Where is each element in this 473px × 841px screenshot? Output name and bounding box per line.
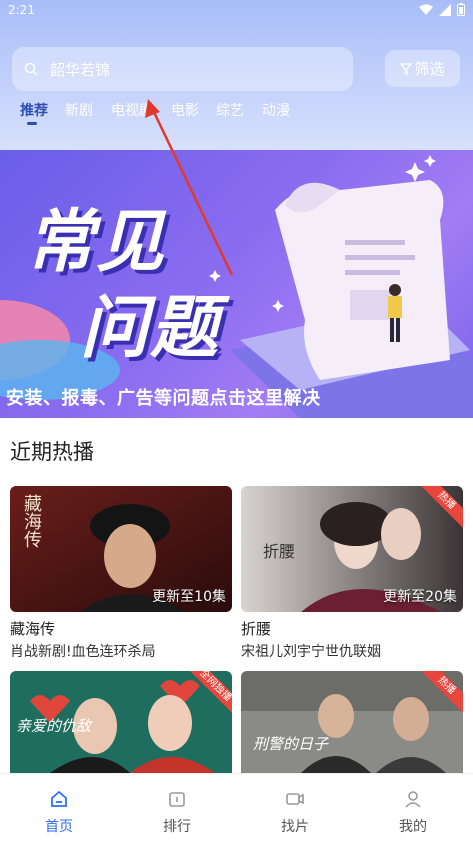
drama-title: 藏海传 bbox=[10, 620, 56, 638]
search-input[interactable]: 韶华若锦 bbox=[12, 47, 353, 91]
drama-desc: 宋祖儿刘宇宁世仇联姻 bbox=[241, 644, 381, 660]
search-icon bbox=[24, 62, 38, 76]
filter-button[interactable]: 筛选 bbox=[385, 50, 460, 87]
tab-tv-series[interactable]: 电视剧 bbox=[111, 100, 153, 120]
banner-headline-line2: 问题 bbox=[80, 289, 221, 368]
poster-title-art: 亲爱的仇敌 bbox=[16, 717, 92, 735]
drama-card[interactable]: 亲爱的仇敌 全网独播 bbox=[10, 671, 232, 773]
nav-label: 首页 bbox=[45, 819, 73, 835]
episode-update: 更新至10集 bbox=[152, 589, 226, 605]
bottom-nav: 首页 排行 找片 我的 bbox=[0, 773, 473, 841]
film-icon bbox=[286, 793, 304, 805]
filter-icon bbox=[400, 62, 413, 75]
filter-label: 筛选 bbox=[414, 60, 445, 78]
category-tabs: 推荐 新剧 电视剧 电影 综艺 动漫 bbox=[0, 100, 473, 130]
nav-label: 排行 bbox=[163, 819, 191, 835]
drama-poster: 藏海传 更新至10集 bbox=[10, 486, 232, 612]
drama-poster: 亲爱的仇敌 全网独播 bbox=[10, 671, 232, 773]
drama-card[interactable]: 刑警的日子 热播 bbox=[241, 671, 463, 773]
drama-desc: 肖战新剧!血色连环杀局 bbox=[10, 644, 156, 660]
faq-banner[interactable]: 常见 问题 安装、报毒、广告等问题点击这里解决 bbox=[0, 150, 473, 418]
poster-image bbox=[241, 671, 463, 773]
nav-profile[interactable]: 我的 bbox=[383, 790, 443, 836]
drama-poster: 刑警的日子 热播 bbox=[241, 671, 463, 773]
search-query: 韶华若锦 bbox=[50, 60, 111, 79]
drama-card[interactable]: 藏海传 更新至10集 藏海传 肖战新剧!血色连环杀局 bbox=[10, 486, 232, 661]
drama-title: 折腰 bbox=[241, 620, 272, 638]
tab-movie[interactable]: 电影 bbox=[171, 100, 199, 120]
battery-icon bbox=[457, 3, 465, 16]
home-icon bbox=[51, 790, 67, 807]
nav-label: 找片 bbox=[281, 819, 309, 835]
tab-recommend[interactable]: 推荐 bbox=[20, 100, 48, 125]
tab-anime[interactable]: 动漫 bbox=[262, 100, 290, 120]
episode-update: 更新至20集 bbox=[383, 589, 457, 605]
signal-icon bbox=[439, 3, 451, 16]
poster-title-art: 刑警的日子 bbox=[253, 735, 329, 753]
nav-home[interactable]: 首页 bbox=[29, 790, 89, 836]
ranking-icon bbox=[169, 792, 185, 807]
user-icon bbox=[405, 791, 421, 808]
drama-card[interactable]: 折腰 热播 更新至20集 折腰 宋祖儿刘宇宁世仇联姻 bbox=[241, 486, 463, 661]
status-time: 2:21 bbox=[8, 3, 35, 17]
tab-variety[interactable]: 综艺 bbox=[216, 100, 244, 120]
banner-caption: 安装、报毒、广告等问题点击这里解决 bbox=[6, 388, 321, 409]
nav-find-film[interactable]: 找片 bbox=[265, 790, 325, 836]
drama-poster: 折腰 热播 更新至20集 bbox=[241, 486, 463, 612]
nav-label: 我的 bbox=[399, 819, 427, 835]
poster-title-art: 藏海传 bbox=[21, 494, 42, 548]
wifi-icon bbox=[419, 4, 433, 15]
status-bar: 2:21 bbox=[0, 0, 473, 22]
tab-new-drama[interactable]: 新剧 bbox=[65, 100, 93, 120]
poster-title-art: 折腰 bbox=[263, 542, 296, 561]
banner-headline-line1: 常见 bbox=[26, 203, 167, 282]
section-title: 近期热播 bbox=[10, 440, 94, 464]
nav-ranking[interactable]: 排行 bbox=[147, 790, 207, 836]
